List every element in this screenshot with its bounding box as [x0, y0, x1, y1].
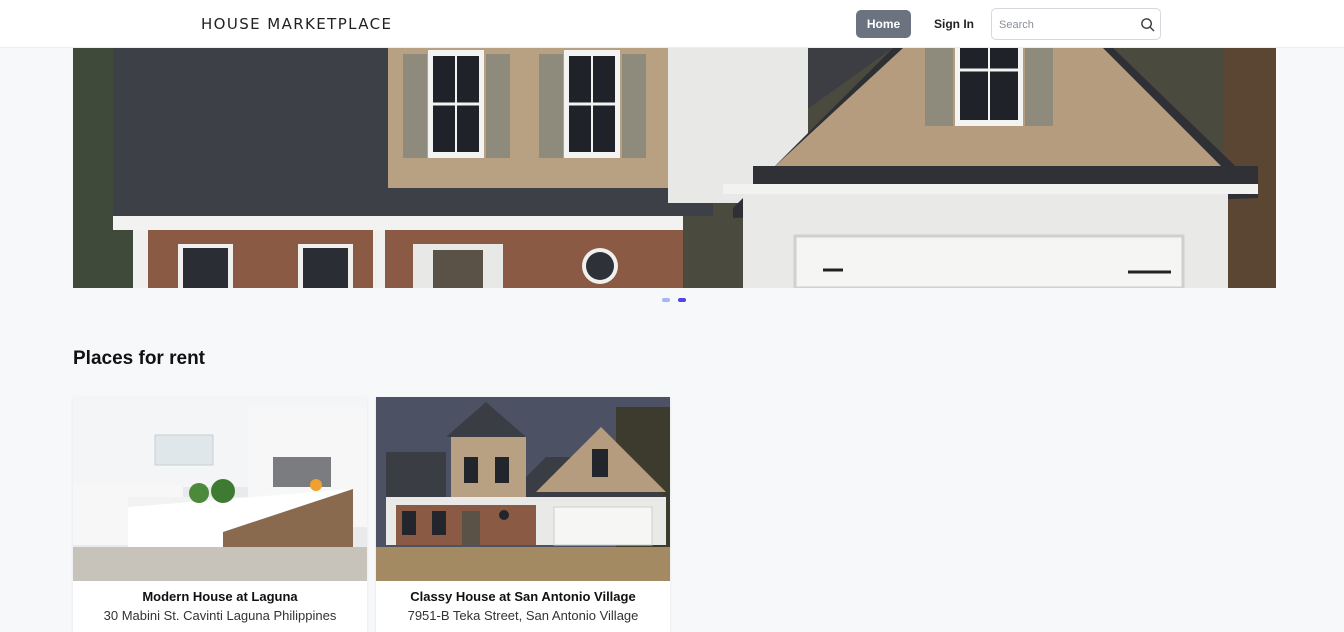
- listing-address: 30 Mabini St. Cavinti Laguna Philippines: [103, 608, 337, 623]
- listing-title[interactable]: Modern House at Laguna: [73, 589, 367, 604]
- listing-image-house[interactable]: [376, 397, 670, 581]
- search-box: [991, 8, 1161, 40]
- navbar: HOUSE MARKETPLACE Home Sign In: [0, 0, 1344, 48]
- search-icon[interactable]: [1140, 17, 1155, 32]
- section-title: Places for rent: [73, 348, 205, 369]
- hero-carousel-image[interactable]: [73, 48, 1276, 288]
- brand-logo[interactable]: HOUSE MARKETPLACE: [201, 15, 392, 33]
- search-input[interactable]: [999, 15, 1129, 35]
- carousel-dot-1[interactable]: [662, 298, 670, 302]
- home-button[interactable]: Home: [856, 10, 911, 38]
- listing-image-kitchen[interactable]: [73, 397, 367, 581]
- carousel-pagination: [662, 298, 686, 302]
- listing-card[interactable]: Classy House at San Antonio Village 7951…: [376, 397, 670, 632]
- listing-card[interactable]: Modern House at Laguna 30 Mabini St. Cav…: [73, 397, 367, 632]
- listing-title[interactable]: Classy House at San Antonio Village: [376, 589, 670, 604]
- carousel-dot-2[interactable]: [678, 298, 686, 302]
- listing-address: 7951-B Teka Street, San Antonio Village: [407, 608, 639, 623]
- sign-in-button[interactable]: Sign In: [926, 10, 982, 38]
